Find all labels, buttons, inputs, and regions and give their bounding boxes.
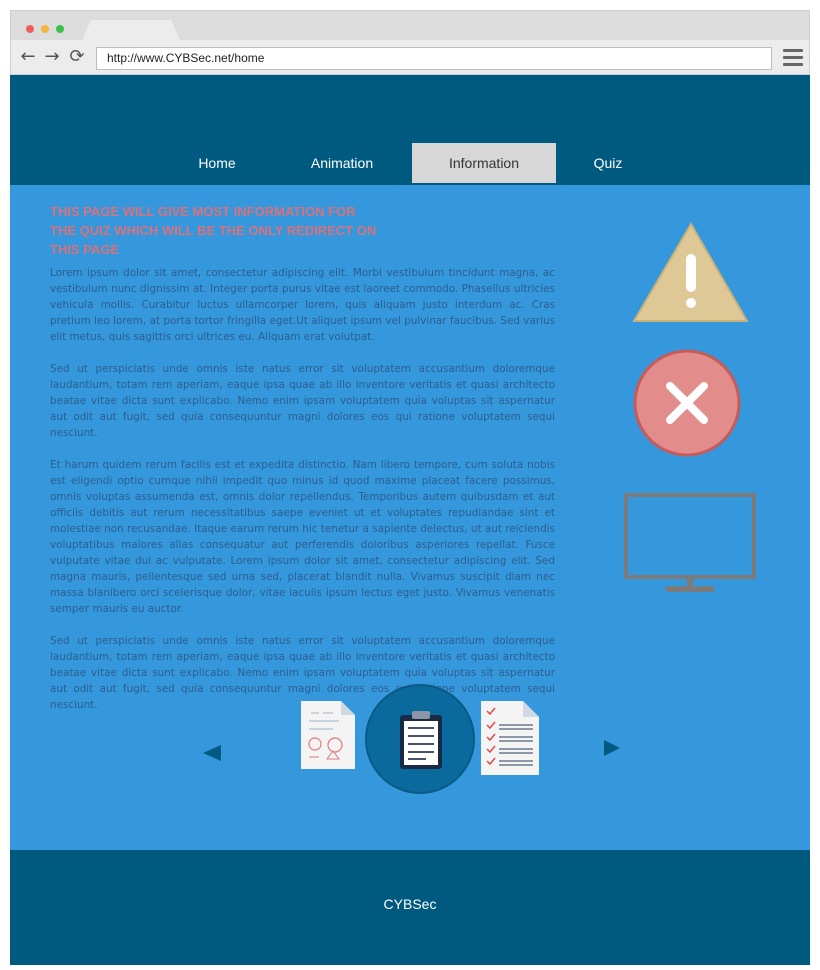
- site-header: Home Animation Information Quiz: [10, 75, 810, 185]
- browser-toolbar: ← → ⟳ http://www.CYBSec.net/home: [10, 40, 810, 75]
- close-window-dot[interactable]: [26, 25, 34, 33]
- article-body: Lorem ipsum dolor sit amet, consectetur …: [50, 265, 555, 729]
- minimize-window-dot[interactable]: [41, 25, 49, 33]
- carousel-next-arrow-icon[interactable]: [604, 740, 620, 756]
- browser-tab-strip: [10, 10, 810, 42]
- nav-information[interactable]: Information: [412, 143, 556, 183]
- hamburger-menu-icon[interactable]: [783, 49, 803, 67]
- paragraph: Sed ut perspiciatis unde omnis iste natu…: [50, 363, 555, 439]
- carousel-prev-arrow-icon[interactable]: [203, 745, 221, 761]
- paragraph: Lorem ipsum dolor sit amet, consectetur …: [50, 267, 555, 343]
- main-content: THIS PAGE WILL GIVE MOST INFORMATION FOR…: [10, 185, 810, 850]
- error-icon: [633, 349, 741, 457]
- page-intro-heading: THIS PAGE WILL GIVE MOST INFORMATION FOR…: [50, 204, 377, 257]
- reload-icon[interactable]: ⟳: [66, 46, 88, 68]
- browser-tab[interactable]: [81, 20, 181, 42]
- maximize-window-dot[interactable]: [56, 25, 64, 33]
- paragraph: Et harum quidem rerum facilis est et exp…: [50, 459, 555, 615]
- footer-brand: CYBSec: [383, 896, 437, 912]
- address-bar[interactable]: http://www.CYBSec.net/home: [96, 47, 772, 70]
- worksheet-icon[interactable]: [299, 699, 357, 771]
- site-footer: CYBSec: [10, 850, 810, 965]
- browser-window: ← → ⟳ http://www.CYBSec.net/home Home An…: [10, 10, 810, 965]
- monitor-icon: [624, 493, 756, 592]
- forward-arrow-icon[interactable]: →: [41, 46, 63, 68]
- back-arrow-icon[interactable]: ←: [17, 46, 39, 68]
- nav-home[interactable]: Home: [177, 143, 257, 183]
- nav-animation[interactable]: Animation: [292, 143, 392, 183]
- checklist-icon[interactable]: [479, 699, 541, 777]
- warning-icon: [632, 222, 749, 322]
- clipboard-icon[interactable]: [364, 683, 476, 795]
- nav-quiz[interactable]: Quiz: [583, 143, 633, 183]
